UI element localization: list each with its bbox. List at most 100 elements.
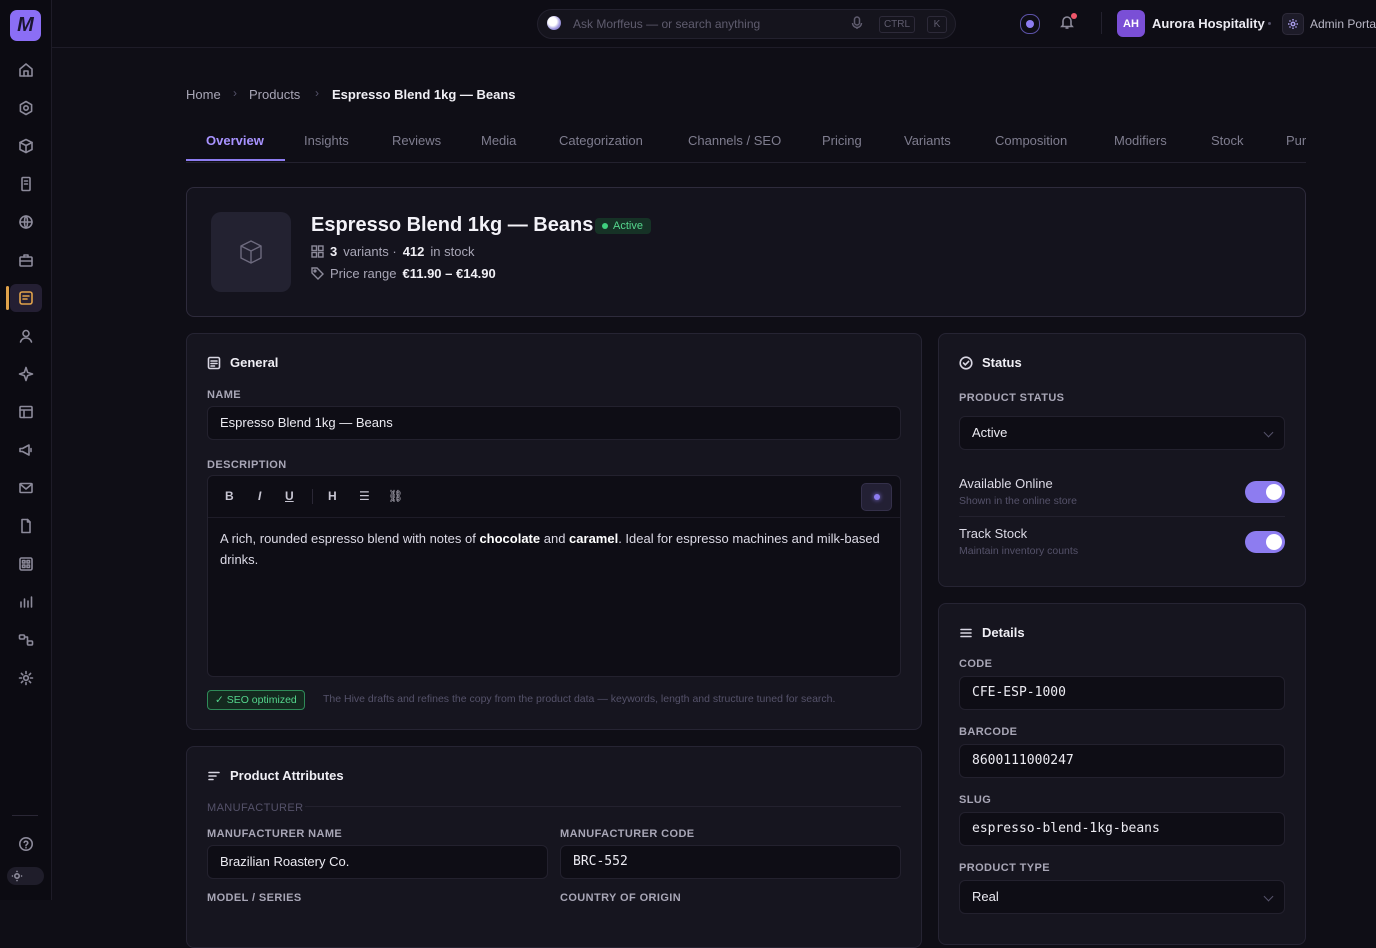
- breadcrumb-products[interactable]: Products: [249, 87, 300, 102]
- attributes-title: Product Attributes: [207, 768, 344, 783]
- receipt-icon[interactable]: [14, 172, 38, 196]
- user-icon[interactable]: [14, 324, 38, 348]
- variants-count: 3: [330, 244, 338, 259]
- globe-icon[interactable]: [14, 210, 38, 234]
- mail-icon[interactable]: [14, 476, 38, 500]
- breadcrumb-chevron-icon: ›: [233, 86, 237, 100]
- product-status-label: PRODUCT STATUS: [959, 392, 1065, 404]
- editor-toolbar: B I U H ☰ ⛓: [208, 476, 900, 518]
- heading-button[interactable]: H: [328, 489, 337, 503]
- chart-icon[interactable]: [14, 590, 38, 614]
- tab-insights[interactable]: Insights: [304, 133, 349, 148]
- product-attributes-card: Product Attributes MANUFACTURER MANUFACT…: [186, 746, 922, 948]
- manufacturer-code-field[interactable]: BRC-552: [560, 845, 901, 879]
- manufacturer-code-label: MANUFACTURER CODE: [560, 828, 695, 840]
- help-icon[interactable]: [14, 832, 38, 856]
- org-name[interactable]: Aurora Hospitality: [1152, 16, 1265, 31]
- status-card: Status PRODUCT STATUS Active Available O…: [938, 333, 1306, 587]
- sparkle-icon[interactable]: [14, 362, 38, 386]
- products-icon[interactable]: [14, 286, 38, 310]
- stock-label: in stock: [430, 244, 475, 259]
- tab-overview[interactable]: Overview: [206, 133, 264, 148]
- document-icon: [207, 356, 221, 369]
- track-stock-toggle[interactable]: [1245, 531, 1285, 553]
- tab-pricing[interactable]: Pricing: [822, 133, 862, 148]
- tab-categorization[interactable]: Categorization: [559, 133, 643, 148]
- breadcrumb-chevron-icon: ›: [315, 86, 319, 100]
- barcode-field[interactable]: 8600111000247: [959, 744, 1285, 778]
- details-card: Details CODE CFE-ESP-1000 BARCODE 860011…: [938, 603, 1306, 945]
- document-icon[interactable]: [14, 514, 38, 538]
- theme-toggle[interactable]: [7, 867, 44, 885]
- product-type-value: Real: [972, 889, 999, 904]
- italic-button[interactable]: I: [258, 489, 261, 503]
- bold-button[interactable]: B: [225, 489, 234, 503]
- status-badge: Active: [595, 218, 651, 234]
- seo-optimized-badge: ✓ SEO optimized: [207, 690, 305, 710]
- gear-icon[interactable]: [14, 666, 38, 690]
- variants-label: variants ·: [343, 244, 397, 259]
- notification-dot: [1071, 13, 1077, 19]
- org-avatar[interactable]: AH: [1117, 10, 1145, 37]
- ai-rewrite-button[interactable]: [861, 483, 892, 511]
- tab-stock[interactable]: Stock: [1211, 133, 1244, 148]
- product-type-select[interactable]: Real: [959, 880, 1285, 914]
- product-status-select[interactable]: Active: [959, 416, 1285, 450]
- tab-variants[interactable]: Variants: [904, 133, 951, 148]
- description-editor[interactable]: B I U H ☰ ⛓ A rich, rounded espresso ble…: [207, 475, 901, 677]
- list-button[interactable]: ☰: [359, 489, 370, 503]
- status-title-text: Status: [982, 355, 1022, 370]
- section-divider: [305, 806, 901, 807]
- track-stock-label: Track Stock: [959, 526, 1028, 541]
- target-icon[interactable]: [14, 96, 38, 120]
- code-field[interactable]: CFE-ESP-1000: [959, 676, 1285, 710]
- name-field[interactable]: Espresso Blend 1kg — Beans: [207, 406, 901, 440]
- topbar: Ask Morffeus — or search anything CTRL K…: [52, 0, 1376, 48]
- price-range-value: €11.90 – €14.90: [402, 266, 496, 281]
- slug-field[interactable]: espresso-blend-1kg-beans: [959, 812, 1285, 846]
- briefcase-icon[interactable]: [14, 248, 38, 272]
- breadcrumb-current: Espresso Blend 1kg — Beans: [332, 87, 516, 102]
- cube-icon: [240, 240, 262, 264]
- underline-button[interactable]: U: [285, 489, 294, 503]
- flow-icon[interactable]: [14, 628, 38, 652]
- portal-icon[interactable]: [1282, 13, 1304, 35]
- separator-dot: [1268, 22, 1271, 25]
- tab-composition[interactable]: Composition: [995, 133, 1067, 148]
- available-online-label: Available Online: [959, 476, 1053, 491]
- description-label: DESCRIPTION: [207, 459, 287, 471]
- grid-icon[interactable]: [14, 552, 38, 576]
- description-text[interactable]: A rich, rounded espresso blend with note…: [220, 528, 884, 570]
- tab-purchasing[interactable]: Pur: [1286, 133, 1306, 148]
- tab-reviews[interactable]: Reviews: [392, 133, 441, 148]
- app-logo[interactable]: M: [10, 10, 41, 41]
- barcode-label: BARCODE: [959, 726, 1018, 738]
- portal-switcher[interactable]: Admin Portal: [1310, 17, 1376, 31]
- megaphone-icon[interactable]: [14, 438, 38, 462]
- product-summary-card: Espresso Blend 1kg — Beans Active 3 vari…: [186, 187, 1306, 317]
- product-image-placeholder[interactable]: [211, 212, 291, 292]
- assistant-button[interactable]: [1020, 14, 1040, 34]
- search-bar[interactable]: Ask Morffeus — or search anything CTRL K: [537, 9, 956, 39]
- tab-channels-seo[interactable]: Channels / SEO: [688, 133, 781, 148]
- sidebar: M: [0, 0, 52, 900]
- code-label: CODE: [959, 658, 993, 670]
- table-icon[interactable]: [14, 400, 38, 424]
- microphone-icon[interactable]: [851, 16, 863, 33]
- slug-label: SLUG: [959, 794, 992, 806]
- available-online-toggle[interactable]: [1245, 481, 1285, 503]
- manufacturer-name-field[interactable]: Brazilian Roastery Co.: [207, 845, 548, 879]
- breadcrumb-home[interactable]: Home: [186, 87, 221, 102]
- general-card: General NAME Espresso Blend 1kg — Beans …: [186, 333, 922, 730]
- details-title-text: Details: [982, 625, 1025, 640]
- product-status-value: Active: [972, 425, 1008, 440]
- tab-media[interactable]: Media: [481, 133, 516, 148]
- model-series-label: MODEL / SERIES: [207, 892, 302, 904]
- link-button[interactable]: ⛓: [388, 489, 403, 503]
- box-icon[interactable]: [14, 134, 38, 158]
- notifications-button[interactable]: [1059, 13, 1077, 33]
- general-title-text: General: [230, 355, 279, 370]
- toggle-knob: [1266, 534, 1282, 550]
- tab-modifiers[interactable]: Modifiers: [1114, 133, 1167, 148]
- home-icon[interactable]: [14, 58, 38, 82]
